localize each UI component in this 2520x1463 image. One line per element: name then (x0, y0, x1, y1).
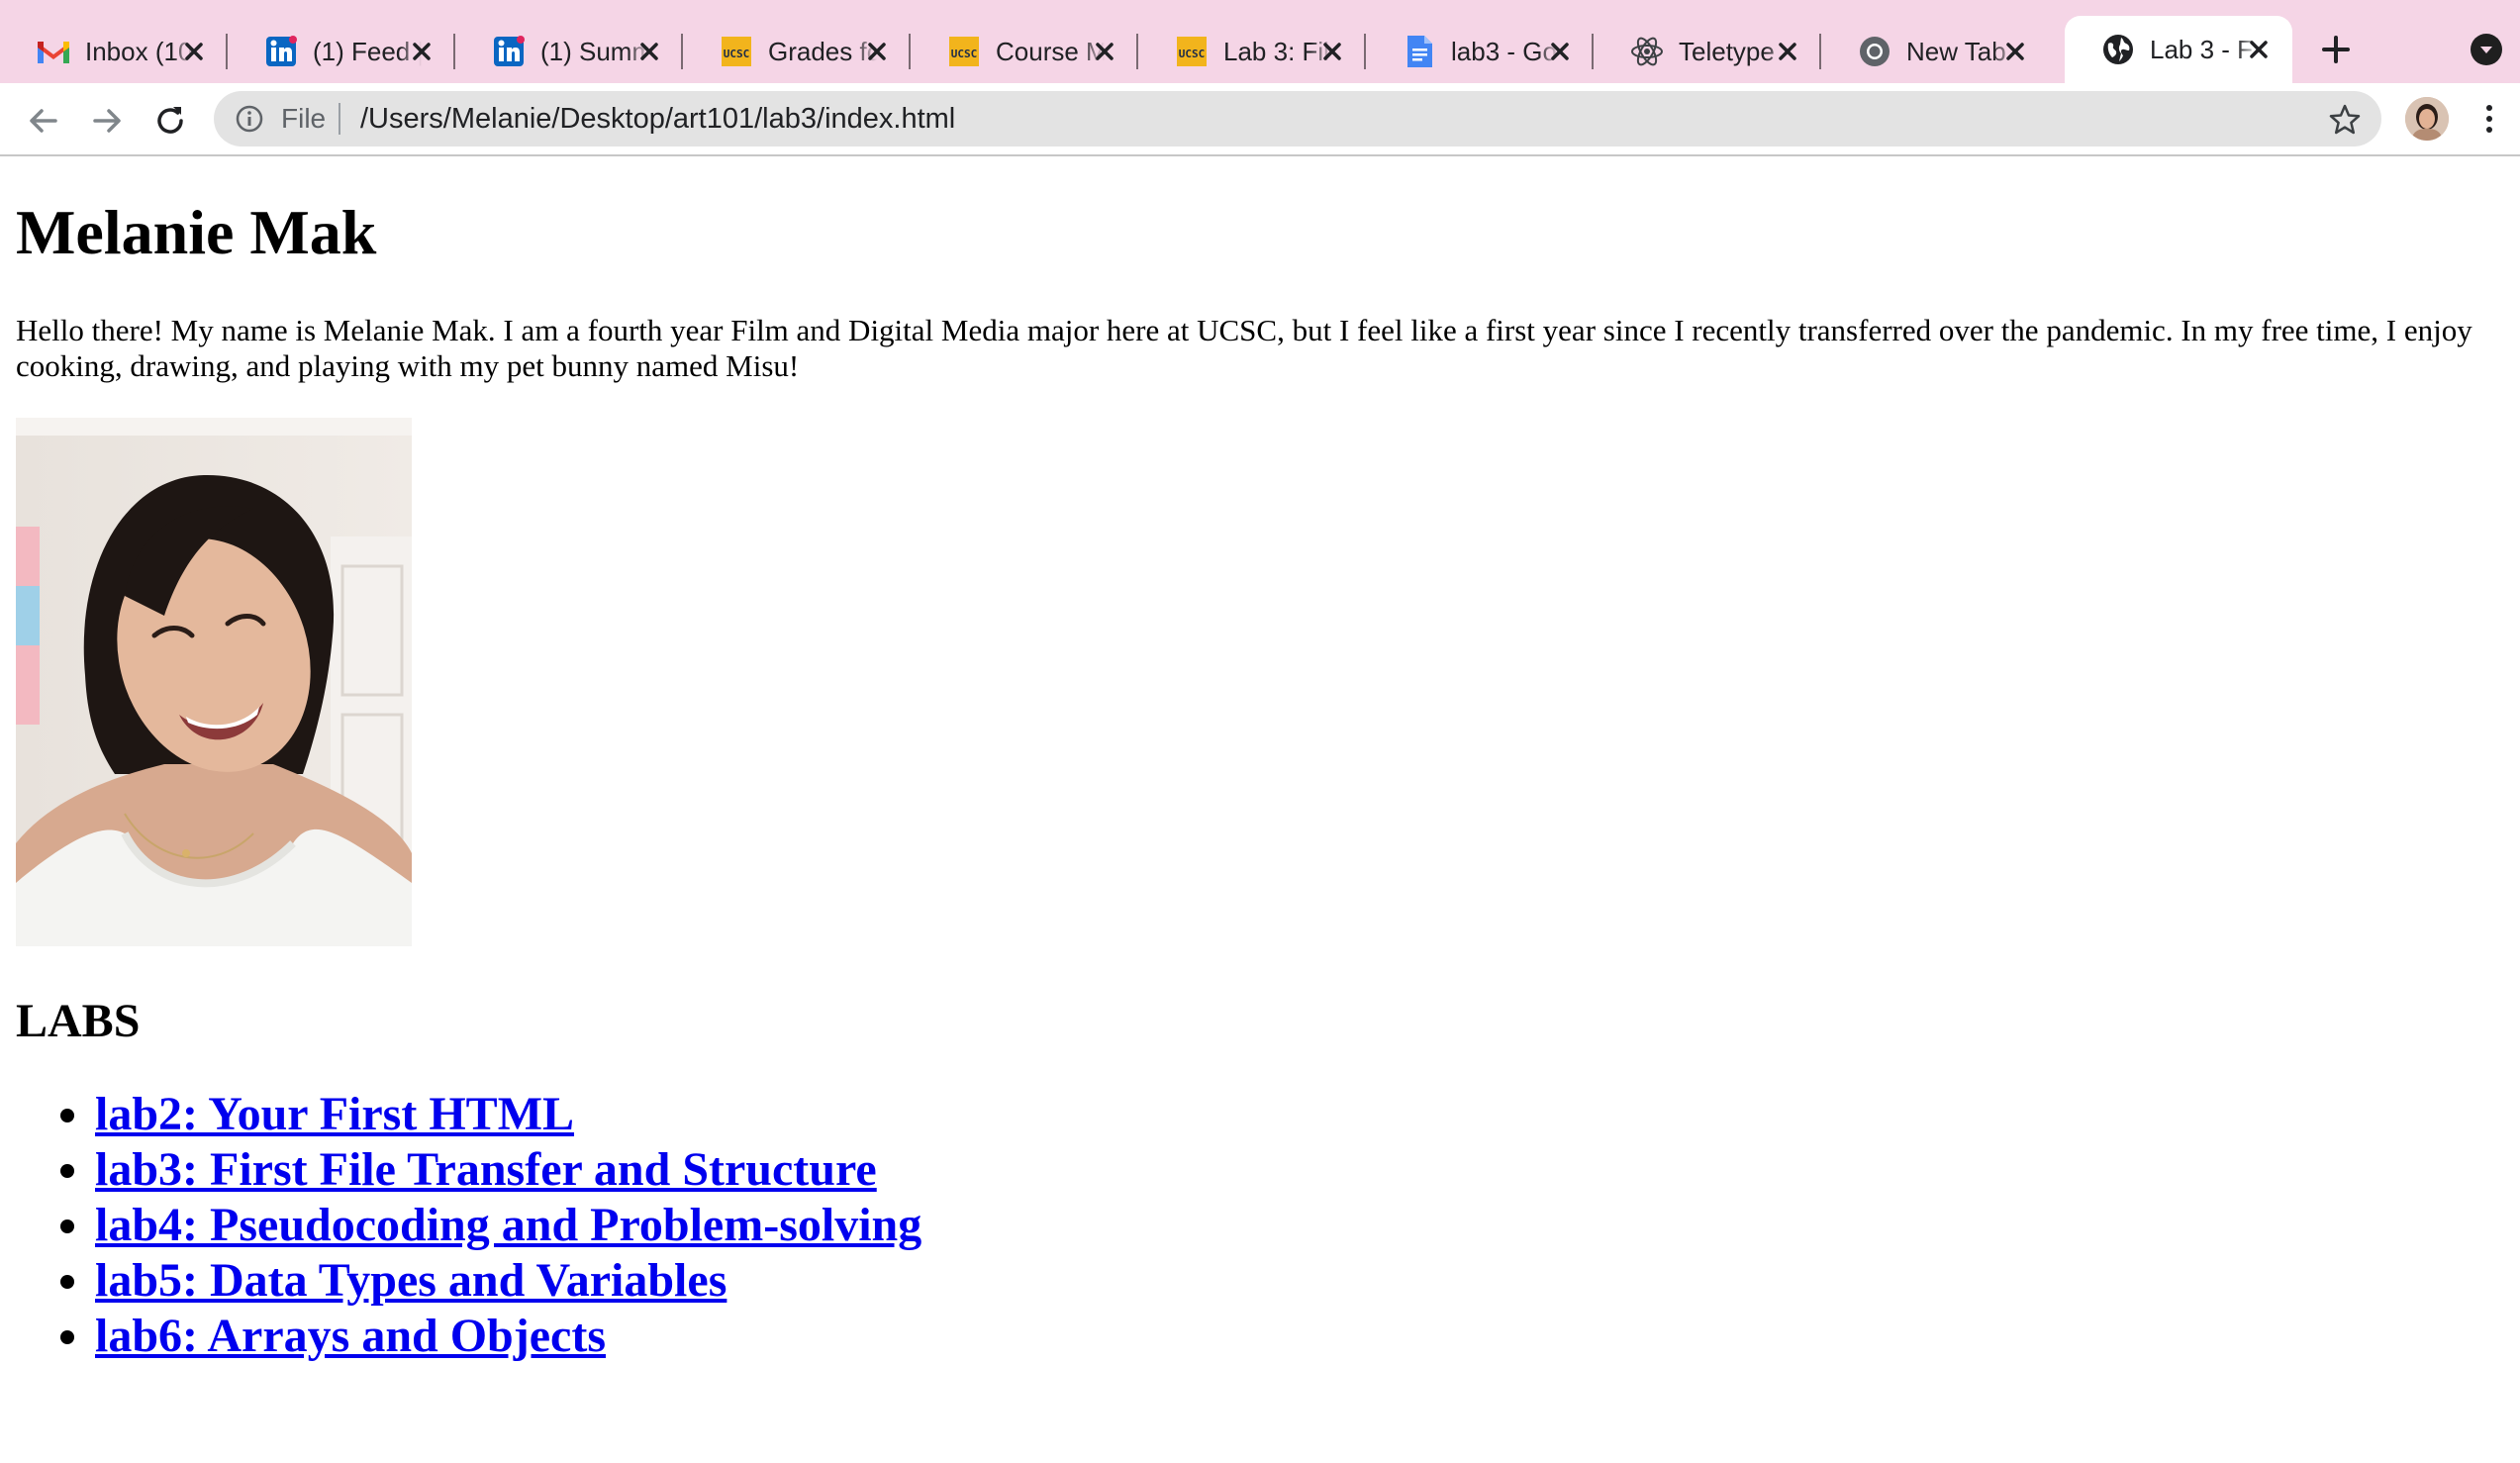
google-docs-icon (1402, 34, 1437, 69)
close-icon[interactable] (408, 38, 436, 65)
tab-teletype[interactable]: Teletype (1594, 20, 1821, 83)
page-title: Melanie Mak (16, 197, 377, 267)
tab-title: Inbox (10 (85, 36, 193, 66)
tab-title: Grades fo (768, 36, 877, 66)
tab-strip: Inbox (10 (1) Feed | (1) Summ UCSC Grade… (0, 0, 2520, 83)
linkedin-icon (263, 34, 299, 69)
tab-lab3-google-doc[interactable]: lab3 - Go (1366, 20, 1594, 83)
labs-list: lab2: Your First HTML lab3: First File T… (0, 1087, 921, 1364)
close-icon[interactable] (635, 38, 663, 65)
close-icon[interactable] (1546, 38, 1574, 65)
list-item: lab3: First File Transfer and Structure (95, 1142, 921, 1198)
close-icon[interactable] (1318, 38, 1346, 65)
tab-title: (1) Summ (540, 36, 649, 66)
tab-grades[interactable]: UCSC Grades fo (683, 20, 911, 83)
svg-text:UCSC: UCSC (724, 48, 750, 60)
tab-title: Teletype (1679, 36, 1775, 66)
lab5-link[interactable]: lab5: Data Types and Variables (95, 1254, 727, 1307)
list-item: lab2: Your First HTML (95, 1087, 921, 1142)
tab-title: Lab 3: Fil (1223, 36, 1329, 66)
tab-lab3-portfolio[interactable]: Lab 3 - F (2065, 16, 2292, 83)
url-scheme-label: File (281, 103, 327, 134)
tab-gmail-inbox[interactable]: Inbox (10 (0, 20, 228, 83)
tab-linkedin-feed[interactable]: (1) Feed | (228, 20, 455, 83)
gmail-icon (36, 34, 71, 69)
ucsc-icon: UCSC (1174, 34, 1210, 69)
web-page: Melanie Mak Hello there! My name is Mela… (0, 156, 2520, 1463)
lab6-link[interactable]: lab6: Arrays and Objects (95, 1310, 606, 1362)
list-item: lab5: Data Types and Variables (95, 1253, 921, 1309)
back-arrow-icon[interactable] (24, 101, 63, 141)
tab-title: New Tab (1906, 36, 2006, 66)
close-icon[interactable] (1774, 38, 1801, 65)
tab-lab3-canvas[interactable]: UCSC Lab 3: Fil (1138, 20, 1366, 83)
new-tab-plus-icon[interactable] (2314, 28, 2358, 71)
close-icon[interactable] (1091, 38, 1118, 65)
labs-heading: LABS (16, 995, 141, 1047)
address-bar[interactable]: File /Users/Melanie/Desktop/art101/lab3/… (214, 91, 2381, 146)
tab-course-materials[interactable]: UCSC Course M (911, 20, 1138, 83)
lab3-link[interactable]: lab3: First File Transfer and Structure (95, 1143, 877, 1196)
tab-title: lab3 - Go (1451, 36, 1557, 66)
browser-toolbar: File /Users/Melanie/Desktop/art101/lab3/… (0, 83, 2520, 156)
lab4-link[interactable]: lab4: Pseudocoding and Problem-solving (95, 1199, 921, 1251)
intro-paragraph: Hello there! My name is Melanie Mak. I a… (16, 313, 2472, 383)
tab-title: Course M (996, 36, 1105, 66)
info-icon[interactable] (234, 103, 265, 135)
linkedin-icon (491, 34, 527, 69)
forward-arrow-icon[interactable] (87, 101, 127, 141)
bookmark-star-icon[interactable] (2328, 103, 2362, 137)
tab-linkedin-summary[interactable]: (1) Summ (455, 20, 683, 83)
list-item: lab4: Pseudocoding and Problem-solving (95, 1198, 921, 1253)
url-text[interactable]: /Users/Melanie/Desktop/art101/lab3/index… (360, 103, 955, 136)
ucsc-icon: UCSC (719, 34, 754, 69)
more-menu-icon[interactable] (2474, 99, 2504, 139)
address-divider (339, 103, 340, 135)
reload-icon[interactable] (150, 101, 190, 141)
tab-title: (1) Feed | (313, 36, 422, 66)
list-item: lab6: Arrays and Objects (95, 1309, 921, 1364)
globe-icon (2100, 32, 2136, 67)
profile-photo (16, 418, 412, 946)
svg-text:UCSC: UCSC (1179, 48, 1206, 60)
svg-text:UCSC: UCSC (951, 48, 978, 60)
atom-icon (1629, 34, 1665, 69)
close-icon[interactable] (180, 38, 208, 65)
lab2-link[interactable]: lab2: Your First HTML (95, 1088, 574, 1140)
close-icon[interactable] (2001, 38, 2029, 65)
tab-new-tab[interactable]: New Tab (1821, 20, 2049, 83)
tab-title: Lab 3 - F (2150, 34, 2254, 64)
chrome-icon (1857, 34, 1892, 69)
close-icon[interactable] (863, 38, 891, 65)
close-icon[interactable] (2245, 36, 2273, 63)
ucsc-icon: UCSC (946, 34, 982, 69)
profile-avatar[interactable] (2405, 97, 2449, 141)
tab-search-chevron-icon[interactable] (2471, 34, 2502, 65)
